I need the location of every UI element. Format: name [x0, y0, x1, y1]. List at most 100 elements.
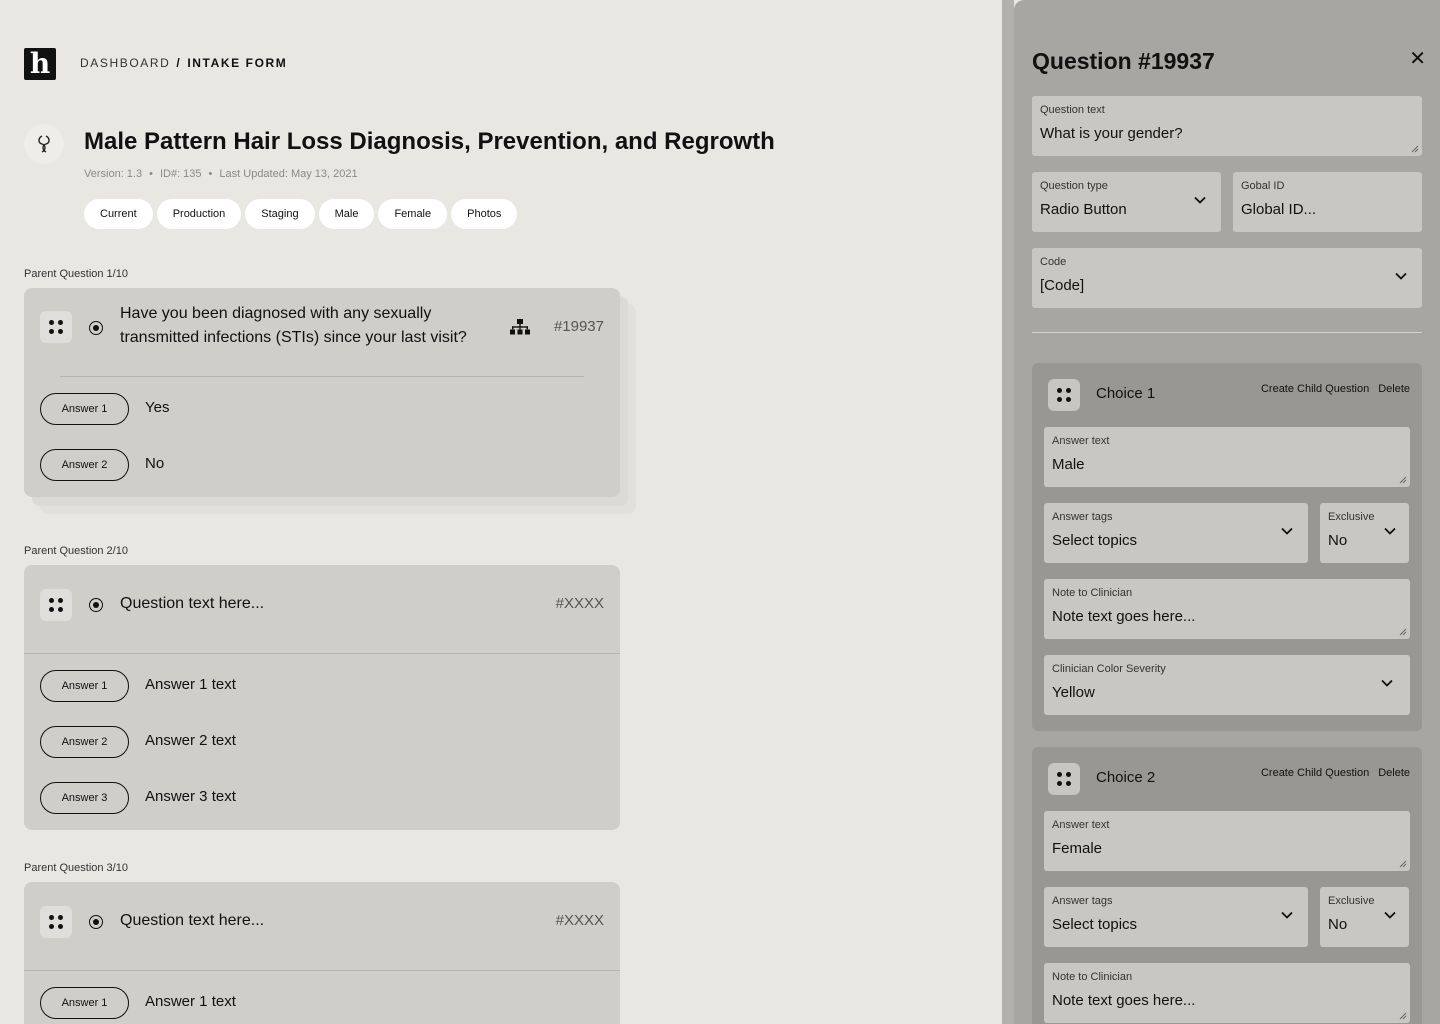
answer-pill[interactable]: Answer 1 — [40, 393, 129, 425]
form-meta: Version: 1.3 • ID#: 135 • Last Updated: May … — [84, 168, 358, 180]
global-id-field[interactable]: Gobal ID Global ID... — [1233, 172, 1422, 232]
question-text: Question text here... — [120, 595, 265, 612]
answer-text-field[interactable]: Answer text Female — [1044, 811, 1410, 871]
drag-handle-icon[interactable] — [40, 311, 72, 343]
resize-handle-icon[interactable] — [1399, 1012, 1407, 1020]
question-id: #XXXX — [555, 595, 604, 612]
clinician-color-severity-select[interactable]: Clinician Color Severity Yellow — [1044, 655, 1410, 715]
chevron-down-icon[interactable] — [1280, 524, 1294, 538]
form-tags: Current Production Staging Male Female P… — [84, 199, 518, 229]
drag-handle-icon[interactable] — [1048, 763, 1080, 795]
logo[interactable]: h — [24, 48, 56, 80]
panel-title: Question #19937 — [1032, 48, 1215, 74]
exclusive-select[interactable]: Exclusive No — [1320, 503, 1409, 563]
close-icon[interactable]: ✕ — [1409, 46, 1426, 71]
hair-strands-icon — [38, 135, 50, 153]
question-card[interactable]: Question text here... #XXXX Answer 1 Ans… — [24, 565, 620, 830]
choice-title: Choice 1 — [1096, 385, 1156, 402]
note-to-clinician-field[interactable]: Note to Clinician Note text goes here... — [1044, 579, 1410, 639]
tag-male[interactable]: Male — [318, 199, 375, 229]
field-label: Code — [1040, 256, 1067, 268]
tag-current[interactable]: Current — [84, 199, 153, 229]
field-label: Answer text — [1052, 435, 1110, 447]
answer-tags-select[interactable]: Answer tags Select topics — [1044, 887, 1308, 947]
divider — [24, 970, 620, 971]
form-last-updated: Last Updated: May 13, 2021 — [219, 168, 358, 180]
field-value: No — [1328, 532, 1348, 549]
note-to-clinician-field[interactable]: Note to Clinician Note text goes here... — [1044, 963, 1410, 1023]
field-label: Note to Clinician — [1052, 587, 1133, 599]
tag-staging[interactable]: Staging — [245, 199, 315, 229]
chevron-down-icon[interactable] — [1383, 908, 1397, 922]
resize-handle-icon[interactable] — [1399, 476, 1407, 484]
tag-production[interactable]: Production — [156, 199, 242, 229]
field-value: Male — [1052, 456, 1085, 473]
field-value: Note text goes here... — [1052, 992, 1196, 1009]
answer-pill[interactable]: Answer 3 — [40, 782, 129, 814]
tag-photos[interactable]: Photos — [451, 199, 518, 229]
drag-handle-icon[interactable] — [40, 589, 72, 621]
answer-text: Answer 2 text — [145, 732, 236, 749]
breadcrumb: DASHBOARD / INTAKE FORM — [80, 56, 287, 70]
breadcrumb-dashboard[interactable]: DASHBOARD — [80, 56, 170, 70]
exclusive-select[interactable]: Exclusive No — [1320, 887, 1409, 947]
radio-type-icon — [89, 915, 103, 929]
field-value: Select topics — [1052, 532, 1138, 549]
create-child-question-button[interactable]: Create Child Question — [1261, 767, 1369, 779]
answer-pill[interactable]: Answer 2 — [40, 726, 129, 758]
tag-female[interactable]: Female — [378, 199, 448, 229]
drag-handle-icon[interactable] — [40, 906, 72, 938]
field-value: Female — [1052, 840, 1103, 857]
parent-question-label: Parent Question 1/10 — [24, 268, 128, 280]
field-value: Yellow — [1052, 684, 1095, 701]
resize-handle-icon[interactable] — [1399, 860, 1407, 868]
resize-handle-icon[interactable] — [1399, 628, 1407, 636]
question-type-select[interactable]: Question type Radio Button — [1032, 172, 1221, 232]
answer-tags-select[interactable]: Answer tags Select topics — [1044, 503, 1308, 563]
field-label: Exclusive — [1328, 511, 1375, 523]
form-id: ID#: 135 — [159, 168, 202, 180]
breadcrumb-current: INTAKE FORM — [187, 56, 288, 70]
field-value: No — [1328, 916, 1348, 933]
choice-actions: Create Child Question Delete — [1261, 383, 1410, 395]
hierarchy-icon[interactable] — [510, 319, 530, 335]
drag-handle-icon[interactable] — [1048, 379, 1080, 411]
delete-choice-button[interactable]: Delete — [1378, 767, 1410, 779]
answer-text-field[interactable]: Answer text Male — [1044, 427, 1410, 487]
form-version: Version: 1.3 — [84, 168, 143, 180]
choice-card: Choice 1 Create Child Question Delete An… — [1032, 363, 1422, 731]
choice-title: Choice 2 — [1096, 769, 1156, 786]
chevron-down-icon[interactable] — [1193, 193, 1207, 207]
answer-pill[interactable]: Answer 1 — [40, 670, 129, 702]
answer-pill[interactable]: Answer 1 — [40, 987, 129, 1019]
chevron-down-icon[interactable] — [1383, 524, 1397, 538]
answer-text: Yes — [145, 399, 170, 416]
chevron-down-icon[interactable] — [1380, 676, 1394, 690]
field-value: [Code] — [1040, 277, 1085, 294]
create-child-question-button[interactable]: Create Child Question — [1261, 383, 1369, 395]
chevron-down-icon[interactable] — [1280, 908, 1294, 922]
parent-question-label: Parent Question 3/10 — [24, 862, 128, 874]
divider — [60, 376, 584, 377]
question-card[interactable]: Have you been diagnosed with any sexuall… — [24, 288, 620, 497]
question-editor-panel: Question #19937 ✕ Question text What is … — [1014, 0, 1440, 1024]
delete-choice-button[interactable]: Delete — [1378, 383, 1410, 395]
field-value: Note text goes here... — [1052, 608, 1196, 625]
field-value: What is your gender? — [1040, 125, 1183, 142]
question-card[interactable]: Question text here... #XXXX Answer 1 Ans… — [24, 882, 620, 1024]
question-id: #19937 — [553, 318, 604, 335]
answer-text: Answer 1 text — [145, 993, 236, 1010]
choice-card: Choice 2 Create Child Question Delete An… — [1032, 747, 1422, 1024]
divider — [24, 653, 620, 654]
form-category-icon — [24, 124, 64, 164]
radio-type-icon — [89, 598, 103, 612]
answer-pill[interactable]: Answer 2 — [40, 449, 129, 481]
resize-handle-icon[interactable] — [1411, 145, 1419, 153]
answer-text: No — [145, 455, 165, 472]
code-select[interactable]: Code [Code] — [1032, 248, 1422, 308]
question-text-field[interactable]: Question text What is your gender? — [1032, 96, 1422, 156]
chevron-down-icon[interactable] — [1394, 269, 1408, 283]
field-value: Select topics — [1052, 916, 1138, 933]
field-label: Clinician Color Severity — [1052, 663, 1166, 675]
field-label: Answer text — [1052, 819, 1110, 831]
